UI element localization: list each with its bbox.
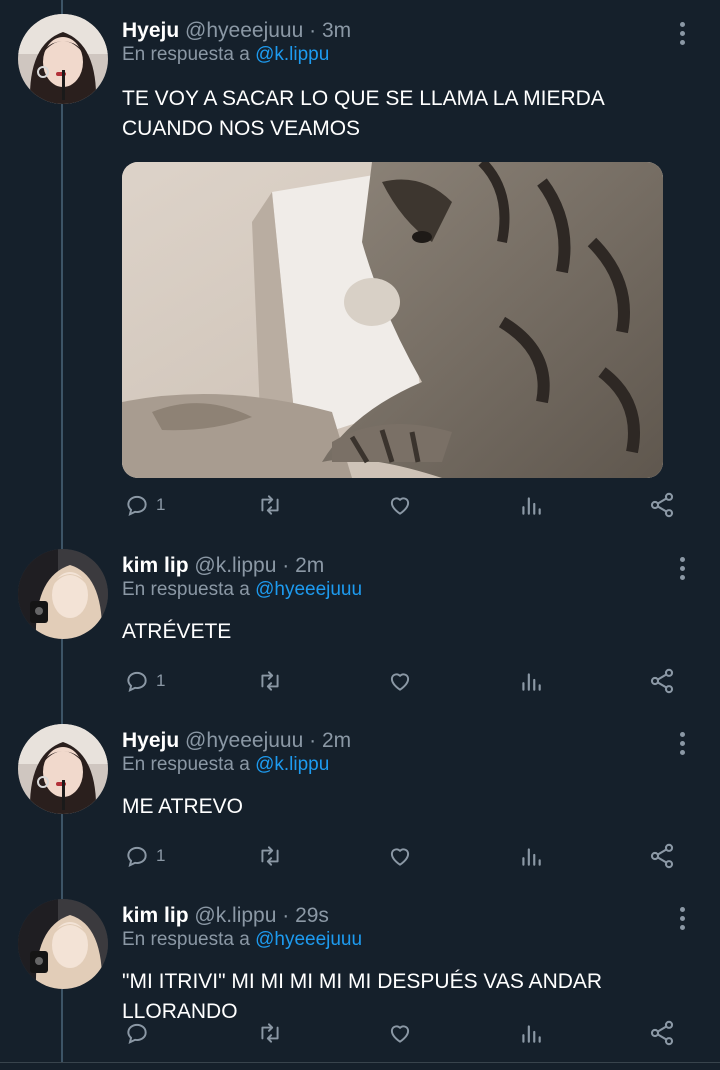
retweet-button[interactable]	[256, 836, 284, 876]
reply-count: 1	[156, 495, 166, 514]
avatar[interactable]	[18, 899, 108, 989]
reply-context: En respuesta a @hyeeejuuu	[122, 579, 362, 601]
like-button[interactable]	[386, 836, 414, 876]
action-bar	[122, 1013, 682, 1053]
more-options-icon[interactable]	[670, 726, 694, 760]
tweet-text: ME ATREVO	[122, 795, 243, 818]
user-handle[interactable]: @k.lippu	[194, 554, 276, 577]
share-button[interactable]	[648, 1013, 676, 1053]
reply-prefix: En respuesta a	[122, 44, 250, 65]
display-name[interactable]: Hyeju	[122, 729, 179, 752]
display-name[interactable]: Hyeju	[122, 19, 179, 42]
tweet-header: kim lip @k.lippu · 29s	[122, 901, 329, 931]
reply-context: En respuesta a @hyeeejuuu	[122, 929, 362, 951]
tweet-header: kim lip @k.lippu · 2m	[122, 551, 324, 581]
views-icon	[522, 848, 541, 866]
avatar[interactable]	[18, 14, 108, 104]
views-icon	[522, 673, 541, 691]
mention-link[interactable]: @hyeeejuuu	[255, 579, 362, 600]
reply-prefix: En respuesta a	[122, 579, 250, 600]
reply-count: 1	[156, 671, 166, 690]
reply-button[interactable]: 1	[124, 661, 165, 701]
retweet-icon	[261, 846, 279, 866]
avatar-photo-kimlip	[18, 899, 108, 989]
avatar-photo-hyeju	[18, 724, 108, 814]
timestamp[interactable]: · 2m	[282, 554, 324, 577]
retweet-button[interactable]	[256, 485, 284, 525]
views-icon	[522, 1025, 541, 1043]
display-name[interactable]: kim lip	[122, 554, 189, 577]
reply-button[interactable]	[124, 1013, 156, 1053]
heart-icon	[390, 497, 410, 515]
heart-icon	[390, 848, 410, 866]
views-button[interactable]	[518, 1013, 544, 1053]
share-button[interactable]	[648, 836, 676, 876]
avatar-photo-hyeju	[18, 14, 108, 104]
reply-button[interactable]: 1	[124, 836, 165, 876]
user-handle[interactable]: @hyeeejuuu	[185, 19, 303, 42]
heart-icon	[390, 1025, 410, 1043]
user-handle[interactable]: @hyeeejuuu	[185, 729, 303, 752]
reply-icon	[127, 495, 147, 516]
more-options-icon[interactable]	[670, 16, 694, 50]
avatar[interactable]	[18, 549, 108, 639]
more-options-icon[interactable]	[670, 901, 694, 935]
tweet[interactable]: kim lip @k.lippu · 29s En respuesta a @h…	[0, 885, 720, 1062]
timestamp[interactable]: · 3m	[309, 19, 351, 42]
mention-link[interactable]: @hyeeejuuu	[255, 929, 362, 950]
action-bar: 1	[122, 661, 682, 701]
reply-icon	[127, 846, 147, 867]
retweet-icon	[261, 495, 279, 515]
timestamp[interactable]: · 2m	[309, 729, 351, 752]
share-icon	[650, 843, 674, 869]
reply-context: En respuesta a @k.lippu	[122, 44, 329, 66]
share-icon	[650, 1020, 674, 1046]
reply-button[interactable]: 1	[124, 485, 165, 525]
tweet[interactable]: Hyeju @hyeeejuuu · 2m En respuesta a @k.…	[0, 710, 720, 885]
retweet-button[interactable]	[256, 661, 284, 701]
action-bar: 1	[122, 836, 682, 876]
more-options-icon[interactable]	[670, 551, 694, 585]
retweet-icon	[261, 671, 279, 691]
views-button[interactable]	[518, 836, 544, 876]
views-button[interactable]	[518, 485, 544, 525]
mention-link[interactable]: @k.lippu	[255, 44, 329, 65]
views-button[interactable]	[518, 661, 544, 701]
avatar-photo-kimlip	[18, 549, 108, 639]
like-button[interactable]	[386, 661, 414, 701]
reply-icon	[127, 671, 147, 692]
share-icon	[650, 668, 674, 694]
like-button[interactable]	[386, 1013, 414, 1053]
retweet-button[interactable]	[256, 1013, 284, 1053]
heart-icon	[390, 673, 410, 691]
retweet-icon	[261, 1023, 279, 1043]
tweet-image[interactable]	[122, 162, 663, 478]
tweet-header: Hyeju @hyeeejuuu · 2m	[122, 726, 351, 756]
views-icon	[522, 497, 541, 515]
share-icon	[650, 492, 674, 518]
tweet[interactable]: kim lip @k.lippu · 2m En respuesta a @hy…	[0, 535, 720, 710]
display-name[interactable]: kim lip	[122, 904, 189, 927]
timestamp[interactable]: · 29s	[282, 904, 329, 927]
reply-icon	[127, 1023, 147, 1044]
user-handle[interactable]: @k.lippu	[194, 904, 276, 927]
reply-prefix: En respuesta a	[122, 929, 250, 950]
mention-link[interactable]: @k.lippu	[255, 754, 329, 775]
cat-image	[122, 162, 663, 478]
reply-prefix: En respuesta a	[122, 754, 250, 775]
like-button[interactable]	[386, 485, 414, 525]
reply-context: En respuesta a @k.lippu	[122, 754, 329, 776]
share-button[interactable]	[648, 661, 676, 701]
divider	[0, 1062, 720, 1063]
reply-count: 1	[156, 846, 166, 865]
tweet[interactable]: Hyeju @hyeeejuuu · 3m En respuesta a @k.…	[0, 0, 720, 540]
action-bar: 1	[122, 485, 682, 525]
avatar[interactable]	[18, 724, 108, 814]
tweet-text: ATRÉVETE	[122, 620, 232, 643]
share-button[interactable]	[648, 485, 676, 525]
tweet-text: TE VOY A SACAR LO QUE SE LLAMA LA MIERDA…	[122, 87, 604, 140]
tweet-header: Hyeju @hyeeejuuu · 3m	[122, 16, 351, 46]
